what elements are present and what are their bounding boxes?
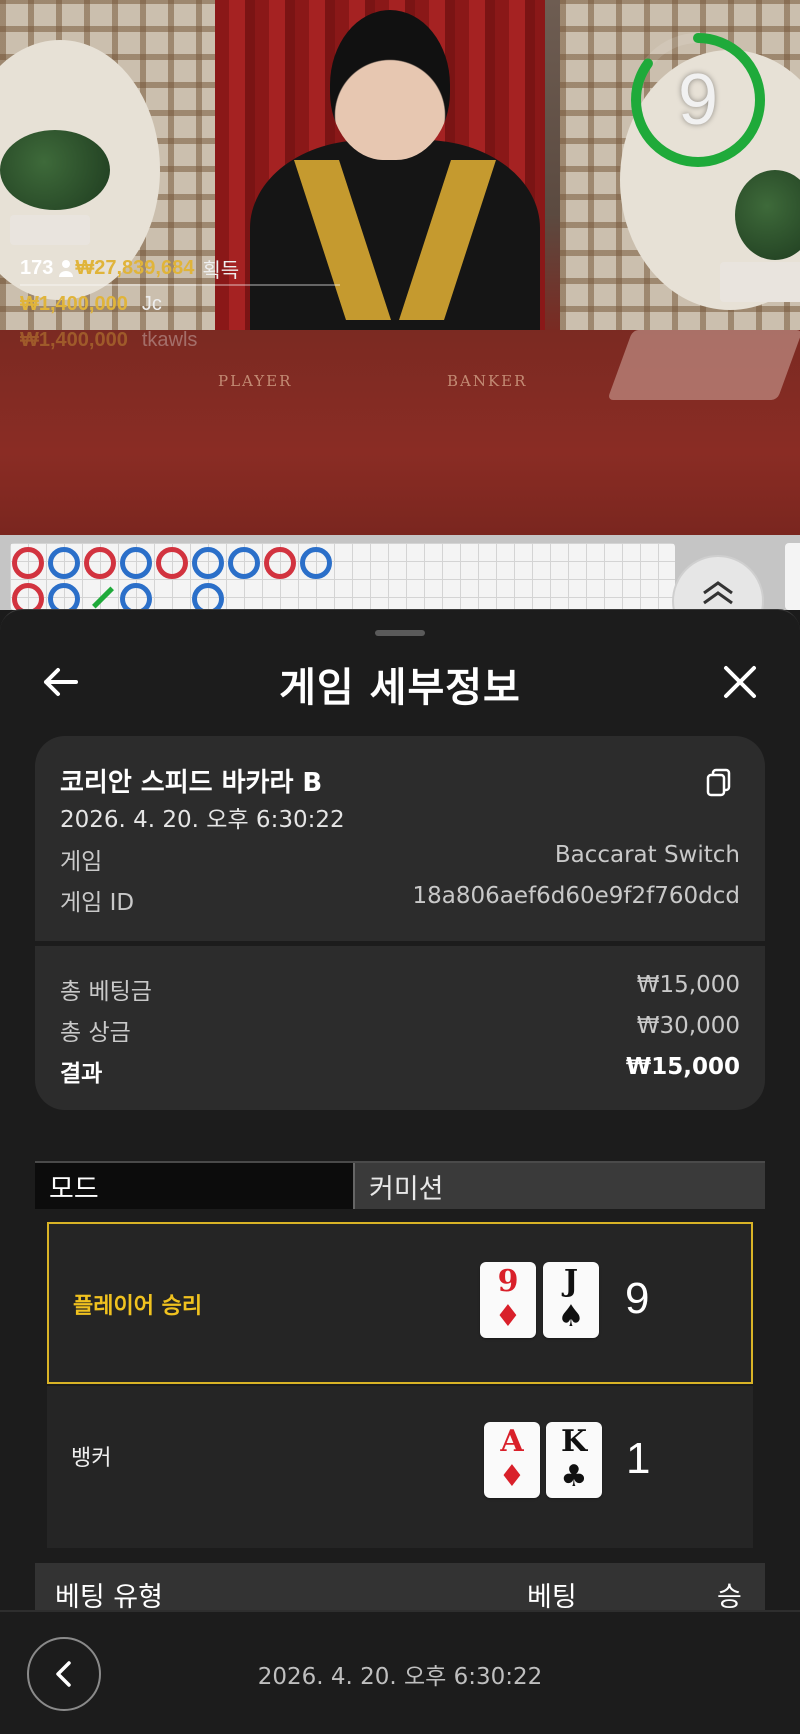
- winner-row-2: ₩1,400,000 tkawls: [20, 322, 239, 358]
- player-bead: [48, 547, 80, 579]
- total-bet-value: ₩15,000: [636, 972, 740, 998]
- total-winners-row: 173 ₩27,839,684 획득: [20, 250, 239, 286]
- big-road-grid[interactable]: [785, 543, 800, 610]
- dealer-head: [330, 10, 450, 160]
- total-prize-label: 총 상금: [60, 1020, 131, 1046]
- diamond-suit-icon: ♦: [494, 1299, 522, 1334]
- winners-stats: 173 ₩27,839,684 획득 ₩1,400,000 Jc ₩1,400,…: [20, 250, 239, 358]
- person-icon: [59, 259, 74, 277]
- dealer-body: [250, 140, 540, 360]
- winner-user-1: Jc: [141, 292, 162, 315]
- banker-card-1: A ♦: [484, 1422, 540, 1498]
- winner-amount-2: ₩1,400,000: [20, 328, 128, 351]
- sheet-drag-handle[interactable]: [375, 630, 425, 636]
- banker-bead: [12, 547, 44, 579]
- bonsai-left: [0, 130, 110, 210]
- bet-type-header: 베팅 유형: [55, 1582, 163, 1613]
- card-shoe: [607, 330, 800, 400]
- bead-road-grid[interactable]: [10, 543, 675, 615]
- winner-row-1: ₩1,400,000 Jc: [20, 286, 239, 322]
- app-root: { "video": { "timer_value": "9", "timer_…: [0, 0, 800, 1734]
- game-info-card: 코리안 스피드 바카라 B 2026. 4. 20. 오후 6:30:22 게임…: [35, 736, 765, 1110]
- card-rank: K: [560, 1424, 588, 1459]
- copy-button[interactable]: [703, 766, 735, 798]
- pot-right: [720, 262, 800, 302]
- banker-bead: [156, 547, 188, 579]
- player-bead: [120, 547, 152, 579]
- card-rank: J: [563, 1264, 579, 1299]
- banker-bead: [264, 547, 296, 579]
- player-count: 173: [20, 256, 54, 279]
- table-label-banker: BANKER: [447, 372, 528, 390]
- sheet-title: 게임 세부정보: [279, 665, 521, 711]
- pot-left: [10, 215, 90, 245]
- player-card-2: J ♠: [543, 1262, 599, 1338]
- card-rank: A: [500, 1424, 524, 1459]
- table-label-player: PLAYER: [218, 372, 293, 390]
- bet-amount-header: 베팅: [527, 1582, 577, 1613]
- tab-commission[interactable]: 커미션: [353, 1163, 765, 1209]
- game-id-value: 18a806aef6d60e9f2f760dcd: [412, 883, 740, 909]
- tie-marker: [92, 586, 114, 609]
- player-bead: [228, 547, 260, 579]
- banker-score: 1: [626, 1434, 651, 1483]
- bottom-navigation-bar: 2026. 4. 20. 오후 6:30:22: [0, 1610, 800, 1734]
- banker-label: 뱅커: [71, 1446, 112, 1471]
- bet-win-header: 승: [717, 1582, 742, 1613]
- game-label: 게임: [60, 849, 103, 875]
- player-score: 9: [625, 1274, 650, 1323]
- game-details-sheet: 게임 세부정보 코리안 스피드 바카라 B 2026. 4. 20. 오후 6:…: [0, 609, 800, 1734]
- mode-bar: 모드 커미션: [35, 1161, 765, 1209]
- result-label: 결과: [60, 1061, 103, 1087]
- banker-bead: [84, 547, 116, 579]
- result-value: ₩15,000: [625, 1054, 740, 1080]
- card-rank: 9: [497, 1264, 519, 1299]
- game-datetime: 2026. 4. 20. 오후 6:30:22: [60, 807, 345, 833]
- player-win-label: 플레이어 승리: [73, 1294, 203, 1319]
- total-win-amount: ₩27,839,684: [75, 256, 195, 279]
- banker-card-2: K ♣: [546, 1422, 602, 1498]
- close-button[interactable]: [712, 654, 768, 710]
- spade-suit-icon: ♠: [557, 1299, 585, 1334]
- stats-divider: [20, 284, 340, 286]
- win-label: 획득: [202, 259, 240, 282]
- total-bet-label: 총 베팅금: [60, 979, 152, 1005]
- round-datetime: 2026. 4. 20. 오후 6:30:22: [257, 1664, 543, 1690]
- live-video-stream[interactable]: PLAYER BANKER 9 173 ₩27,839,684 획득 ₩1,40…: [0, 0, 800, 535]
- banker-hand-row: 뱅커 A ♦ K ♣ 1: [47, 1386, 753, 1548]
- player-card-1: 9 ♦: [480, 1262, 536, 1338]
- winner-amount-1: ₩1,400,000: [20, 292, 128, 315]
- countdown-timer-value: 9: [677, 60, 719, 140]
- game-id-label: 게임 ID: [60, 890, 135, 916]
- winner-user-2: tkawls: [141, 328, 198, 351]
- diamond-suit-icon: ♦: [498, 1459, 526, 1494]
- player-bead: [300, 547, 332, 579]
- chevron-up-double-icon: [703, 581, 733, 605]
- club-suit-icon: ♣: [560, 1459, 588, 1494]
- player-bead: [192, 547, 224, 579]
- total-prize-value: ₩30,000: [636, 1013, 740, 1039]
- close-icon: [724, 666, 756, 698]
- player-hand-row: 플레이어 승리 9 ♦ J ♠ 9: [47, 1222, 753, 1384]
- game-value: Baccarat Switch: [554, 842, 740, 868]
- copy-icon: [706, 768, 731, 797]
- tab-mode[interactable]: 모드: [35, 1163, 353, 1209]
- game-name: 코리안 스피드 바카라 B: [60, 768, 323, 798]
- card-divider: [35, 941, 765, 946]
